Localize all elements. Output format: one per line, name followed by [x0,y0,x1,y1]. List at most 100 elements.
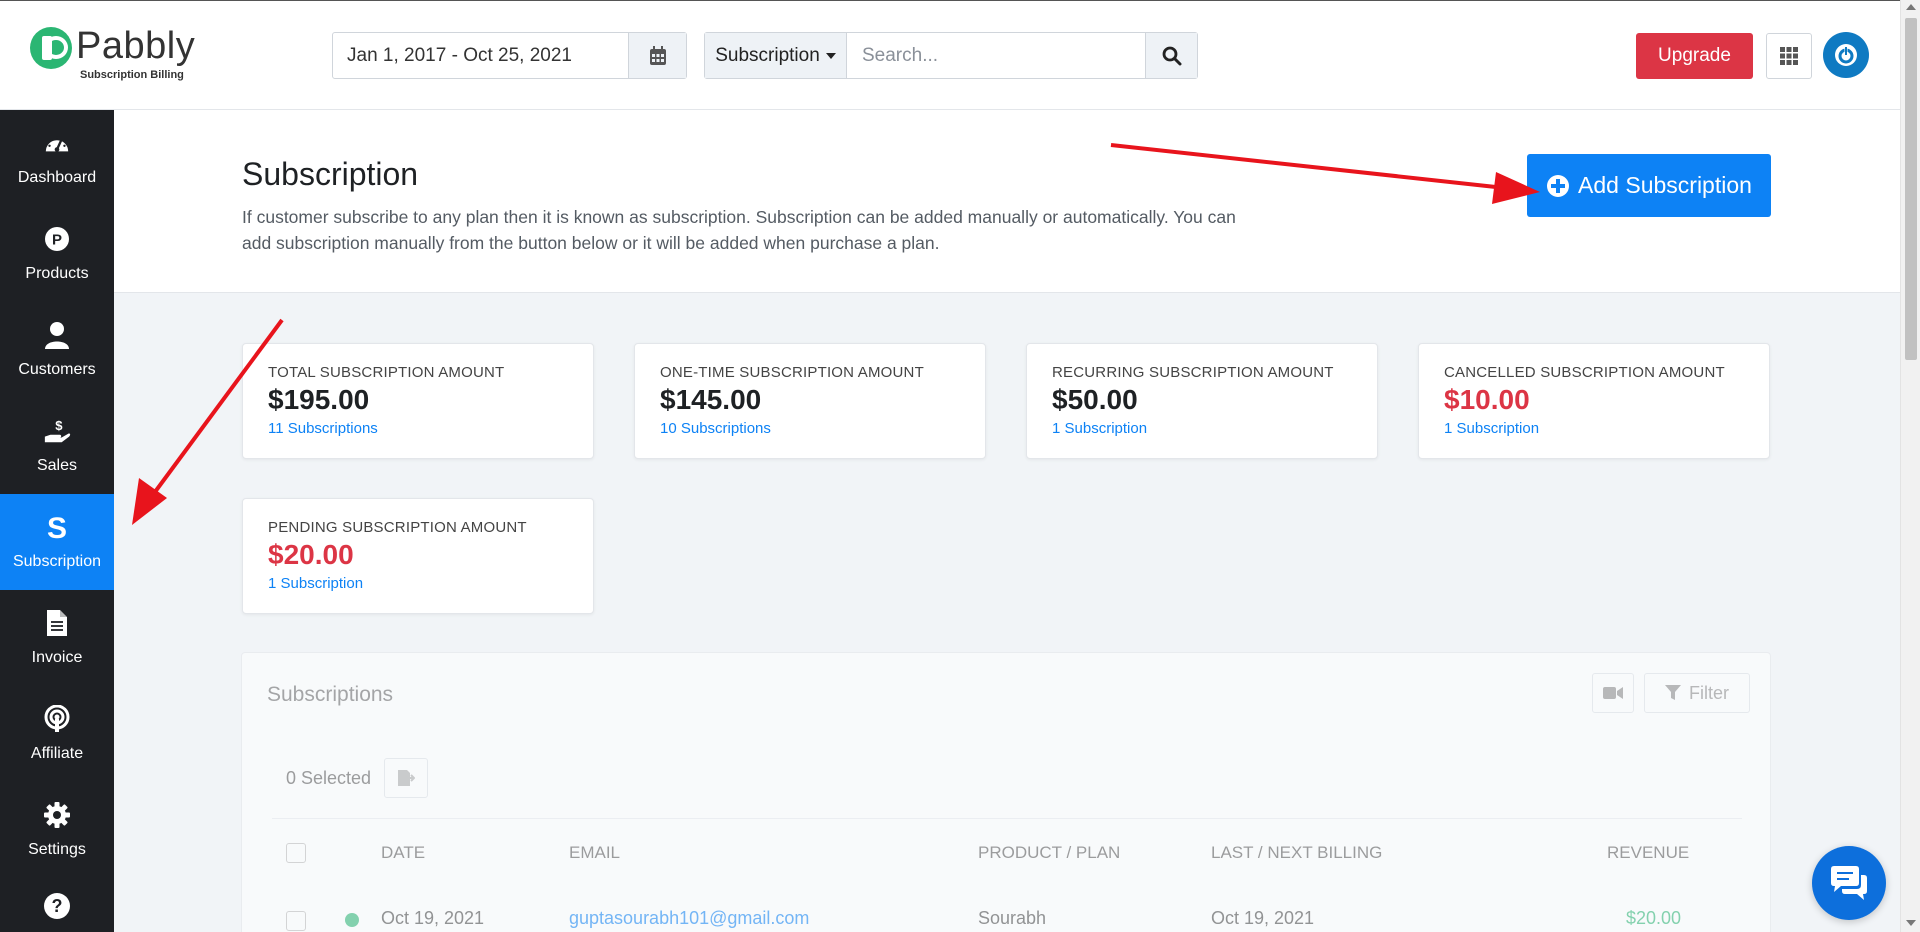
page-header: Subscription If customer subscribe to an… [114,110,1900,293]
sidebar-item-help[interactable]: ? [0,878,114,932]
apps-grid-button[interactable] [1766,33,1812,79]
search-type-dropdown[interactable]: Subscription [705,33,847,78]
svg-text:S: S [47,513,67,541]
hand-dollar-icon: $ [43,417,71,445]
sidebar-item-label: Invoice [31,649,83,666]
page-title: Subscription [242,156,419,192]
stat-value: $50.00 [1052,384,1138,415]
document-icon [43,609,71,637]
stat-value: $195.00 [268,384,370,415]
pabbly-logo-icon [30,27,72,69]
search-type-label: Subscription [715,44,820,66]
sidebar-item-label: Subscription [12,553,102,570]
sidebar-item-products[interactable]: P Products [0,206,114,302]
sidebar-item-invoice[interactable]: Invoice [0,590,114,686]
search-input[interactable] [847,33,1145,78]
stat-card-cancelled: CANCELLED SUBSCRIPTION AMOUNT $10.00 1 S… [1418,343,1770,459]
sidebar-item-label: Products [25,265,89,282]
video-tutorial-button[interactable] [1592,673,1634,713]
select-all-checkbox[interactable] [286,843,306,863]
scrollbar-thumb[interactable] [1905,18,1917,360]
calendar-button[interactable] [628,33,686,78]
search-icon [1162,46,1181,65]
video-camera-icon [1603,687,1623,699]
stat-link[interactable]: 11 Subscriptions [268,420,568,437]
sidebar: Dashboard P Products Customers $ Sales S… [0,110,114,932]
help-icon: ? [43,892,71,920]
plus-circle-icon [1547,174,1570,197]
column-header-billing[interactable]: LAST / NEXT BILLING [1211,843,1382,863]
stat-link[interactable]: 10 Subscriptions [660,420,960,437]
svg-text:P: P [52,232,62,249]
page-description: If customer subscribe to any plan then i… [242,207,1236,253]
row-revenue: $20.00 [1626,908,1682,928]
stat-card-pending: PENDING SUBSCRIPTION AMOUNT $20.00 1 Sub… [242,498,594,614]
filter-label: Filter [1689,682,1729,703]
stat-label: TOTAL SUBSCRIPTION AMOUNT [268,364,505,381]
pabbly-logo[interactable]: Pabbly Subscription Billing [30,25,200,85]
sidebar-item-label: Sales [36,457,78,474]
s-letter-icon: S [43,513,71,541]
sidebar-item-customers[interactable]: Customers [0,302,114,398]
row-date: Oct 19, 2021 [381,908,485,928]
search-button[interactable] [1145,33,1197,78]
scroll-up-arrow-icon[interactable] [1906,4,1916,10]
svg-text:$: $ [55,418,63,433]
stat-value: $10.00 [1444,384,1530,415]
p-circle-icon: P [43,225,71,253]
calendar-icon [649,45,666,65]
stat-label: RECURRING SUBSCRIPTION AMOUNT [1052,364,1334,381]
export-selected-button[interactable] [384,758,428,798]
gear-icon [43,801,71,829]
column-header-email[interactable]: EMAIL [569,843,620,863]
export-icon [398,770,415,786]
row-product: Sourabh [978,908,1047,928]
sidebar-item-dashboard[interactable]: Dashboard [0,110,114,206]
power-icon [1835,44,1857,66]
search-bar: Subscription [704,32,1198,79]
account-menu-button[interactable] [1823,32,1869,78]
add-subscription-button[interactable]: Add Subscription [1527,154,1771,217]
stat-link[interactable]: 1 Subscription [1444,420,1744,437]
upgrade-button[interactable]: Upgrade [1636,33,1753,79]
sidebar-item-subscription[interactable]: S Subscription [0,494,114,590]
add-subscription-label: Add Subscription [1578,172,1752,198]
stat-value: $20.00 [268,539,354,570]
scroll-down-arrow-icon[interactable] [1906,920,1916,926]
date-range-value[interactable]: Jan 1, 2017 - Oct 25, 2021 [333,33,628,78]
page-scrollbar[interactable] [1900,0,1920,932]
column-header-product[interactable]: PRODUCT / PLAN [978,843,1120,863]
row-checkbox[interactable] [286,911,306,931]
row-email-link[interactable]: guptasourabh101@gmail.com [569,908,809,929]
column-header-revenue[interactable]: REVENUE [1607,843,1689,863]
row-billing: Oct 19, 2021 [1211,908,1315,928]
chat-bubble-icon [1831,866,1867,900]
sidebar-item-affiliate[interactable]: Affiliate [0,686,114,782]
caret-down-icon [825,52,836,59]
date-range-picker[interactable]: Jan 1, 2017 - Oct 25, 2021 [332,32,687,79]
sidebar-item-label: Settings [28,841,86,858]
chat-widget-button[interactable] [1812,846,1886,920]
user-icon [43,321,71,349]
stat-card-total: TOTAL SUBSCRIPTION AMOUNT $195.00 11 Sub… [242,343,594,459]
sidebar-item-settings[interactable]: Settings [0,782,114,878]
speedometer-icon [43,129,71,157]
filter-button[interactable]: Filter [1644,673,1750,713]
stat-label: PENDING SUBSCRIPTION AMOUNT [268,519,527,536]
subscriptions-panel: Subscriptions Filter 0 Selected DATE EMA… [241,652,1771,932]
column-header-date[interactable]: DATE [381,843,425,863]
stat-link[interactable]: 1 Subscription [1052,420,1352,437]
brand-name: Pabbly [76,25,196,67]
filter-icon [1665,685,1681,700]
status-active-dot [345,913,359,927]
stat-link[interactable]: 1 Subscription [268,575,568,592]
sidebar-item-label: Customers [18,361,96,378]
sidebar-item-label: Dashboard [17,169,97,186]
sidebar-item-label: Affiliate [30,745,84,762]
stat-card-one-time: ONE-TIME SUBSCRIPTION AMOUNT $145.00 10 … [634,343,986,459]
brand-tagline: Subscription Billing [80,69,184,81]
broadcast-icon [43,705,71,733]
divider [272,818,1742,819]
sidebar-item-sales[interactable]: $ Sales [0,398,114,494]
stat-label: ONE-TIME SUBSCRIPTION AMOUNT [660,364,924,381]
